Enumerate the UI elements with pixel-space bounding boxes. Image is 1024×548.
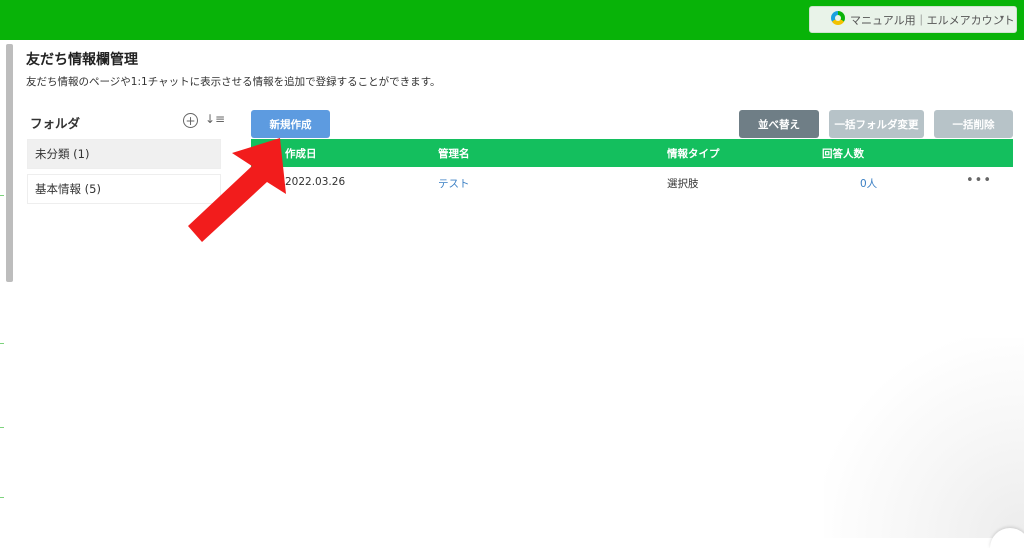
- plus-glyph: +: [185, 115, 195, 127]
- folder-item-label: 未分類 (1): [35, 146, 89, 162]
- page-title: 友だち情報欄管理: [26, 49, 138, 69]
- cell-answer-count-link[interactable]: 0人: [860, 176, 877, 191]
- new-create-button[interactable]: 新規作成: [251, 110, 330, 138]
- cell-name-link[interactable]: テスト: [438, 176, 470, 191]
- annotation-arrow-icon: [188, 138, 298, 243]
- page-description: 友だち情報のページや1:1チャットに表示させる情報を追加で登録することができます…: [26, 74, 441, 89]
- bulk-delete-button[interactable]: 一括削除: [934, 110, 1013, 138]
- sort-folders-icon[interactable]: ↓≡: [205, 112, 225, 126]
- column-header-type[interactable]: 情報タイプ: [667, 146, 720, 161]
- account-label: マニュアル用｜エルメアカウント: [850, 12, 1015, 28]
- folder-panel-title: フォルダ: [30, 113, 80, 132]
- column-header-name[interactable]: 管理名: [438, 146, 470, 161]
- add-folder-icon[interactable]: +: [183, 113, 198, 128]
- corner-shade: [824, 338, 1024, 538]
- caret-down-icon: ▾: [1000, 13, 1004, 22]
- reorder-button[interactable]: 並べ替え: [739, 110, 819, 138]
- column-header-count[interactable]: 回答人数: [822, 146, 864, 161]
- gutter-mark: [0, 497, 4, 498]
- gutter-mark: [0, 195, 4, 196]
- cell-info-type: 選択肢: [667, 176, 699, 191]
- table-header: [251, 139, 1013, 167]
- folder-item-label: 基本情報 (5): [35, 181, 101, 197]
- gutter-mark: [0, 343, 4, 344]
- bulk-folder-change-button[interactable]: 一括フォルダ変更: [829, 110, 924, 138]
- gutter-mark: [0, 427, 4, 428]
- more-options-icon[interactable]: •••: [966, 173, 992, 188]
- account-logo-icon: [831, 11, 845, 25]
- scrollbar-thumb[interactable]: [6, 44, 13, 282]
